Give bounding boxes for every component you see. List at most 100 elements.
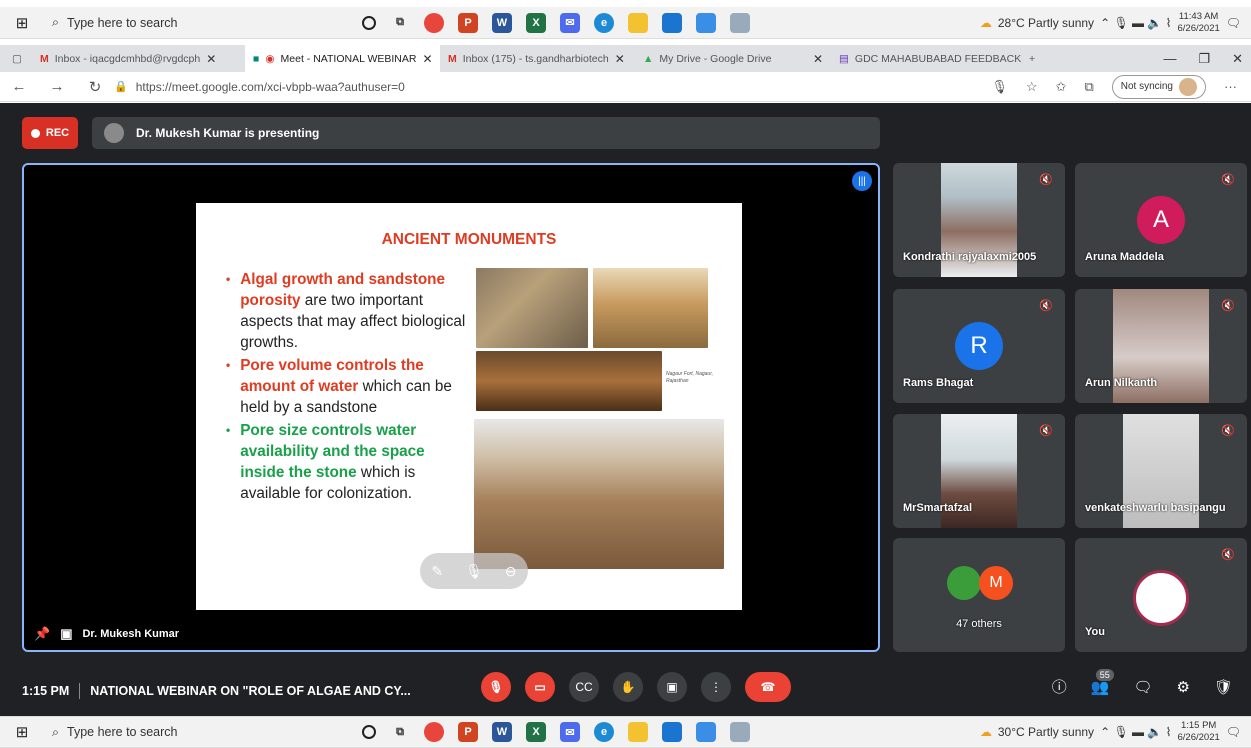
avatar: A (1137, 196, 1185, 244)
collections-icon[interactable]: ⧉ (1084, 79, 1093, 95)
tray-icons[interactable]: ⌃ 🎙 ▬ 🔈 ⌇ (1100, 16, 1171, 30)
windows-start-icon[interactable]: ⊞ (0, 723, 44, 741)
favorites-icon[interactable]: ✩ (1056, 79, 1067, 95)
participant-tile[interactable]: 🔇 Kondrathi rajyalaxmi2005 (893, 163, 1065, 277)
participant-tile[interactable]: 🔇 MrSmartafzal (893, 414, 1065, 528)
mail-icon[interactable]: ✉ (560, 12, 580, 33)
cortana-icon[interactable] (362, 15, 376, 30)
file-explorer-icon[interactable] (628, 12, 648, 33)
taskbar-search[interactable]: ⌕ Type here to search (44, 15, 274, 30)
mic-toggle-button[interactable]: 🎙 (481, 672, 511, 702)
more-options-button[interactable]: ⋮ (701, 672, 731, 702)
more-menu-icon[interactable]: ··· (1224, 79, 1237, 94)
meeting-time: 1:15 PM (22, 684, 70, 698)
word-icon[interactable]: W (492, 722, 512, 742)
close-icon[interactable]: ✕ (422, 52, 432, 66)
windows-start-icon[interactable]: ⊞ (0, 14, 44, 32)
tab-feedback[interactable]: ▤GDC MAHABUBABAD FEEDBACK✕ (831, 45, 1021, 72)
edge-icon[interactable]: e (594, 722, 614, 742)
chrome-icon[interactable] (424, 722, 444, 742)
forward-icon[interactable]: → (38, 78, 76, 95)
chrome-icon[interactable] (424, 12, 444, 33)
app-icon[interactable] (696, 722, 716, 742)
taskbar-top: ⊞ ⌕ Type here to search ⧉ P W X ✉ e ☁ 28… (0, 7, 1251, 39)
others-tile[interactable]: M 47 others (893, 538, 1065, 652)
excel-icon[interactable]: X (526, 722, 546, 742)
minimize-icon[interactable]: — (1163, 51, 1176, 66)
tab-drive[interactable]: ▲ My Drive - Google Drive ✕ (635, 45, 831, 72)
self-tile[interactable]: 🔇 You (1075, 538, 1247, 652)
host-controls-icon[interactable]: 🛡 (1214, 678, 1233, 696)
chat-icon[interactable]: 🗨 (1133, 678, 1152, 696)
presentation-overlay-controls[interactable]: ✎ 🎙 ⊖ (420, 553, 528, 589)
mic-permission-icon[interactable]: 🎙 (991, 79, 1008, 95)
back-icon[interactable]: ← (0, 78, 38, 95)
avatar: R (955, 322, 1003, 370)
mic-icon[interactable]: 🎙 (465, 563, 483, 580)
more-icon[interactable]: ⊖ (505, 563, 517, 580)
url-field[interactable]: https://meet.google.com/xci-vbpb-waa?aut… (136, 80, 405, 94)
people-icon[interactable]: 👥 55 (1091, 668, 1114, 696)
presentation-slide: ANCIENT MONUMENTS • Algal growth and sand… (196, 203, 742, 610)
search-icon: ⌕ (52, 724, 60, 739)
app2-icon[interactable] (730, 722, 750, 742)
tab-inbox-1[interactable]: M Inbox - iqacgdcmhbd@rvgdcph ✕ (32, 45, 245, 72)
cortana-icon[interactable] (362, 725, 376, 739)
weather-text[interactable]: 30°C Partly sunny (998, 725, 1094, 739)
app2-icon[interactable] (730, 12, 750, 33)
favorite-add-icon[interactable]: ☆ (1026, 79, 1038, 95)
pin-icon[interactable]: 📌 (34, 626, 50, 642)
meet-area: REC Dr. Mukesh Kumar is presenting ||| A… (0, 103, 1251, 716)
info-icon[interactable]: ⓘ (1052, 676, 1067, 697)
close-icon[interactable]: ✕ (615, 52, 625, 66)
task-view-icon[interactable]: ⧉ (390, 722, 410, 742)
tab-actions-icon[interactable]: ▢ (4, 45, 32, 72)
captions-button[interactable]: CC (569, 672, 599, 702)
participant-tile[interactable]: 🔇 R Rams Bhagat (893, 289, 1065, 403)
powerpoint-icon[interactable]: P (458, 12, 478, 33)
close-icon[interactable]: ✕ (206, 52, 216, 66)
forms-icon: ▤ (839, 52, 849, 65)
clock-time: 1:15 PM (1180, 720, 1217, 731)
refresh-icon[interactable]: ↻ (76, 78, 114, 96)
clock[interactable]: 1:15 PM 6/26/2021 (1178, 720, 1220, 744)
monument-photo-1 (476, 268, 588, 348)
camera-toggle-button[interactable]: ▭ (525, 672, 555, 702)
excel-icon[interactable]: X (526, 12, 546, 33)
close-window-icon[interactable]: ✕ (1232, 51, 1243, 67)
tab-meet[interactable]: ■ ◉ Meet - NATIONAL WEBINAR ✕ (245, 45, 440, 72)
restore-icon[interactable]: ❐ (1198, 51, 1210, 67)
tab-inbox-2[interactable]: M Inbox (175) - ts.gandharbiotech ✕ (440, 45, 635, 72)
tray-icons[interactable]: ⌃ 🎙 ▬ 🔈 ⌇ (1100, 725, 1171, 739)
present-button[interactable]: ▣ (657, 672, 687, 702)
pin-icon[interactable]: ✎ (431, 563, 443, 580)
window-controls: — ❐ ✕ (1155, 45, 1251, 72)
edge-icon[interactable]: e (594, 12, 614, 33)
weather-text[interactable]: 28°C Partly sunny (998, 16, 1094, 30)
file-explorer-icon[interactable] (628, 722, 648, 742)
task-view-icon[interactable]: ⧉ (390, 13, 410, 33)
main-presentation-tile[interactable]: ||| ANCIENT MONUMENTS • Algal growth and … (22, 163, 880, 652)
store-icon[interactable] (662, 722, 682, 742)
taskbar-search[interactable]: ⌕ Type here to search (44, 725, 274, 740)
participant-tile[interactable]: 🔇 A Aruna Maddela (1075, 163, 1247, 277)
leave-call-button[interactable]: ☎ (745, 672, 791, 702)
app-icon[interactable] (696, 12, 716, 33)
powerpoint-icon[interactable]: P (458, 722, 478, 742)
notification-icon[interactable]: 🗨 (1226, 725, 1241, 739)
activities-icon[interactable]: ⚙ (1177, 678, 1190, 696)
notification-icon[interactable]: 🗨 (1226, 16, 1241, 30)
recording-badge[interactable]: REC (22, 117, 78, 149)
fullscreen-icon[interactable]: ▣ (60, 626, 72, 642)
raise-hand-button[interactable]: ✋ (613, 672, 643, 702)
profile-avatar (1179, 77, 1197, 96)
participant-tile[interactable]: 🔇 Arun Nilkanth (1075, 289, 1247, 403)
close-icon[interactable]: ✕ (813, 52, 823, 66)
word-icon[interactable]: W (492, 12, 512, 33)
store-icon[interactable] (662, 12, 682, 33)
clock[interactable]: 11:43 AM 6/26/2021 (1178, 11, 1220, 35)
new-tab-button[interactable]: + (1021, 45, 1043, 72)
mail-icon[interactable]: ✉ (560, 722, 580, 742)
profile-sync-button[interactable]: Not syncing (1111, 74, 1206, 99)
participant-tile[interactable]: 🔇 venkateshwarlu basipangu (1075, 414, 1247, 528)
